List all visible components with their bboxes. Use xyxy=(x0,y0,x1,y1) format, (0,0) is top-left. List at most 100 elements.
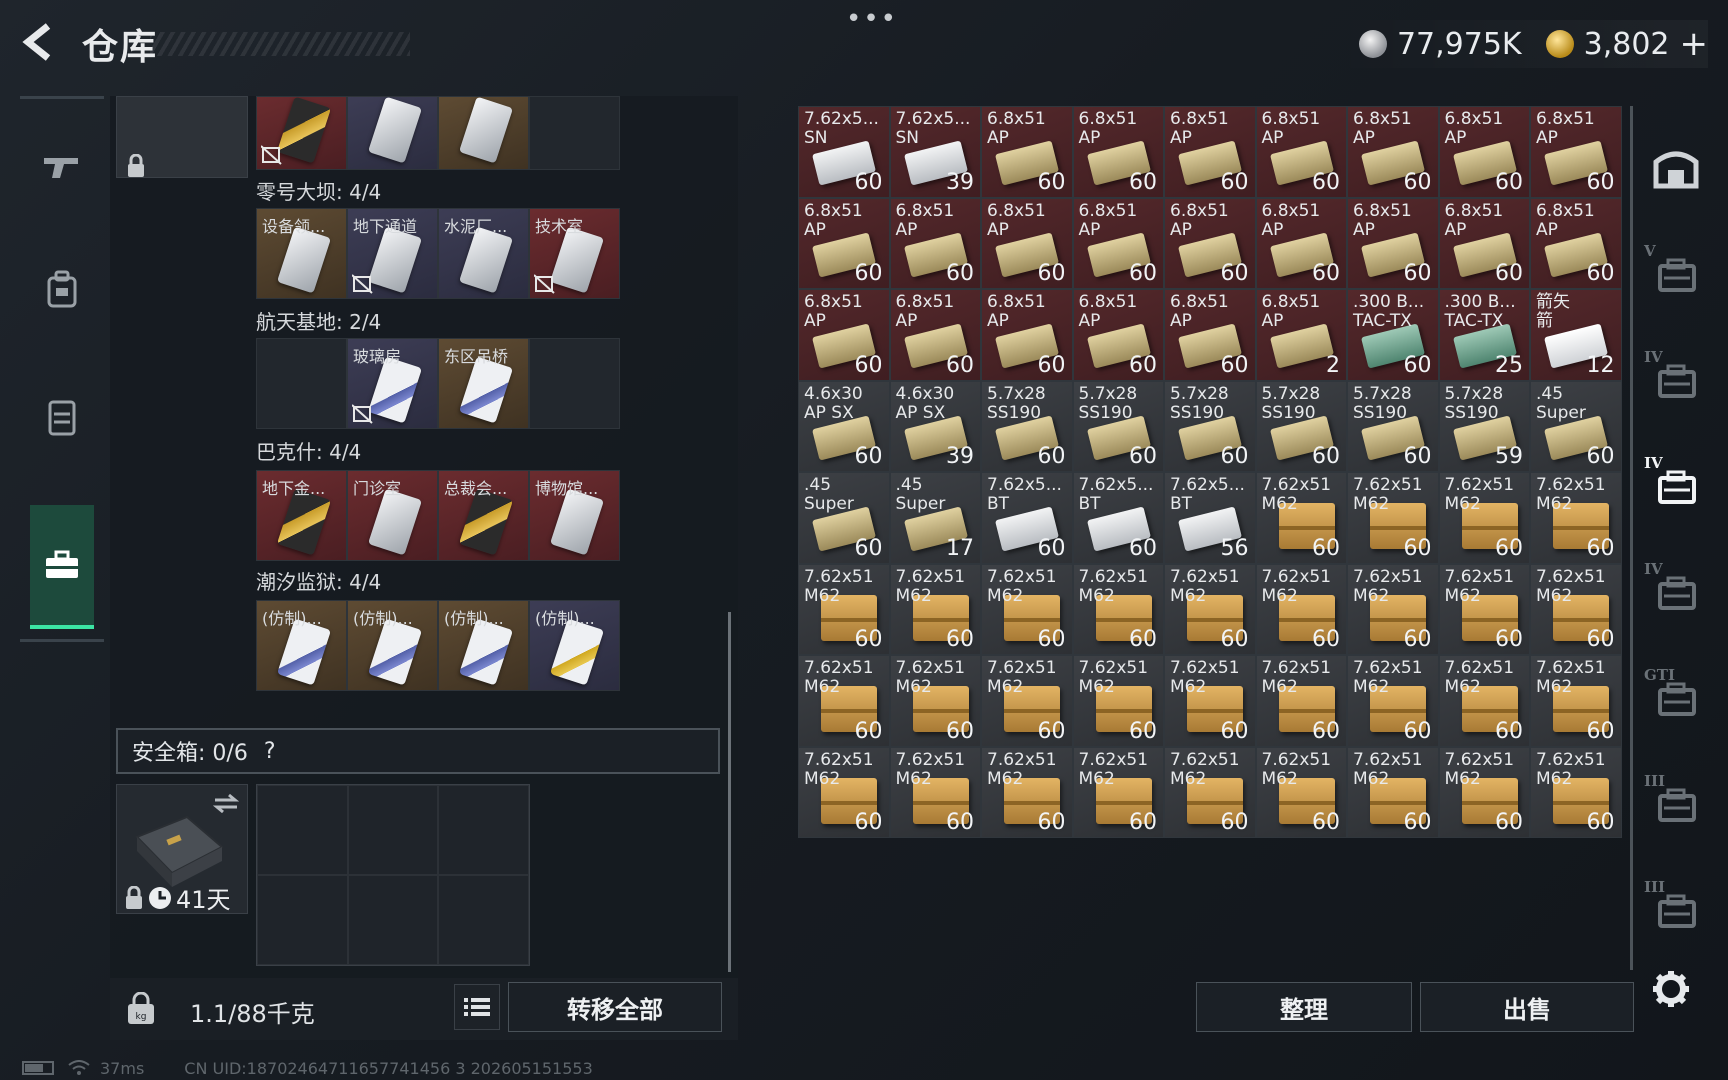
keycard-slot[interactable]: (仿制)... xyxy=(529,600,620,691)
add-currency-button[interactable]: + xyxy=(1680,24,1709,64)
ammo-cell[interactable]: 6.8x51 AP 60 xyxy=(981,289,1073,381)
ammo-cell[interactable]: 箭矢箭 12 xyxy=(1530,289,1622,381)
ammo-cell[interactable]: 7.62x51 M62 60 xyxy=(798,746,890,838)
ammo-cell[interactable]: 7.62x51 M62 60 xyxy=(1072,655,1164,747)
ammo-cell[interactable]: 7.62x51 M62 60 xyxy=(1530,655,1622,747)
tab-weapons[interactable] xyxy=(30,135,94,199)
ammo-cell[interactable]: 6.8x51 AP 60 xyxy=(798,197,890,289)
keycard-slot[interactable] xyxy=(256,96,347,170)
right-tab[interactable]: IV xyxy=(1644,454,1708,518)
keycard-slot[interactable] xyxy=(529,338,620,429)
safebox-slot[interactable] xyxy=(257,785,348,875)
ammo-cell[interactable]: 7.62x51 M62 60 xyxy=(889,655,981,747)
keycard-slot[interactable] xyxy=(256,338,347,429)
ammo-cell[interactable]: 6.8x51 AP 60 xyxy=(1255,106,1347,198)
tab-backpack[interactable] xyxy=(30,257,94,321)
ammo-cell[interactable]: 6.8x51 AP 60 xyxy=(1164,289,1256,381)
ammo-cell[interactable]: 4.6x30 AP SX 39 xyxy=(889,380,981,472)
ammo-cell[interactable]: 7.62x51 M62 60 xyxy=(1072,563,1164,655)
ammo-cell[interactable]: 7.62x51 M62 60 xyxy=(981,563,1073,655)
ammo-cell[interactable]: 7.62x51 M62 60 xyxy=(1255,746,1347,838)
keycard-slot[interactable]: 地下金... xyxy=(256,470,347,561)
right-tab[interactable]: V xyxy=(1644,242,1708,306)
ammo-cell[interactable]: 7.62x5... BT 56 xyxy=(1164,472,1256,564)
ammo-cell[interactable]: 7.62x51 M62 60 xyxy=(889,746,981,838)
ammo-cell[interactable]: 6.8x51 AP 2 xyxy=(1255,289,1347,381)
ammo-cell[interactable]: .300 B... TAC-TX 60 xyxy=(1347,289,1439,381)
safebox-slot[interactable] xyxy=(438,785,529,875)
ammo-cell[interactable]: 5.7x28 SS190 60 xyxy=(1164,380,1256,472)
help-button[interactable]: ? xyxy=(264,739,276,764)
keycard-slot[interactable] xyxy=(529,96,620,170)
safebox-slot[interactable] xyxy=(347,875,439,965)
ammo-cell[interactable]: 7.62x51 M62 60 xyxy=(1530,746,1622,838)
ammo-cell[interactable]: 7.62x51 M62 60 xyxy=(1347,746,1439,838)
right-tab[interactable]: GTI xyxy=(1644,666,1708,730)
ammo-cell[interactable]: 7.62x51 M62 60 xyxy=(981,655,1073,747)
keycard-slot[interactable]: 博物馆... xyxy=(529,470,620,561)
ammo-cell[interactable]: 7.62x51 M62 60 xyxy=(1164,563,1256,655)
keycard-slot[interactable]: 玻璃房 xyxy=(347,338,438,429)
ammo-cell[interactable]: 7.62x51 M62 60 xyxy=(1347,472,1439,564)
ammo-cell[interactable]: 5.7x28 SS190 60 xyxy=(981,380,1073,472)
ammo-cell[interactable]: 4.6x30 AP SX 60 xyxy=(798,380,890,472)
ammo-cell[interactable]: .45 Super 60 xyxy=(1530,380,1622,472)
ammo-cell[interactable]: 5.7x28 SS190 60 xyxy=(1347,380,1439,472)
ammo-cell[interactable]: 7.62x51 M62 60 xyxy=(1438,563,1530,655)
tab-vest[interactable] xyxy=(30,385,94,449)
ammo-cell[interactable]: 6.8x51 AP 60 xyxy=(981,197,1073,289)
ammo-cell[interactable]: 7.62x51 M62 60 xyxy=(1072,746,1164,838)
back-button[interactable] xyxy=(18,20,62,64)
tab-case[interactable] xyxy=(30,505,94,629)
ammo-cell[interactable]: 5.7x28 SS190 59 xyxy=(1438,380,1530,472)
ammo-cell[interactable]: 7.62x5... SN 39 xyxy=(889,106,981,198)
ammo-cell[interactable]: 7.62x51 M62 60 xyxy=(1347,563,1439,655)
ammo-cell[interactable]: 7.62x5... BT 60 xyxy=(1072,472,1164,564)
sort-button[interactable]: 整理 xyxy=(1196,982,1412,1032)
keycard-slot[interactable]: (仿制)... xyxy=(347,600,438,691)
ammo-cell[interactable]: 7.62x51 M62 60 xyxy=(981,746,1073,838)
ammo-cell[interactable]: 7.62x51 M62 60 xyxy=(889,563,981,655)
list-view-button[interactable] xyxy=(454,984,500,1030)
right-tab[interactable]: III xyxy=(1644,878,1708,942)
ammo-cell[interactable]: 7.62x51 M62 60 xyxy=(1438,655,1530,747)
keycard-slot[interactable]: 总裁会... xyxy=(438,470,529,561)
ammo-cell[interactable]: 6.8x51 AP 60 xyxy=(1072,106,1164,198)
right-tab[interactable]: IV xyxy=(1644,560,1708,624)
right-tab[interactable]: III xyxy=(1644,772,1708,836)
safebox-slot[interactable] xyxy=(438,875,529,965)
ammo-cell[interactable]: 5.7x28 SS190 60 xyxy=(1072,380,1164,472)
keycard-slot[interactable]: (仿制)... xyxy=(438,600,529,691)
keycard-slot[interactable]: 水泥厂... xyxy=(438,208,529,299)
transfer-all-button[interactable]: 转移全部 xyxy=(508,982,722,1032)
keycard-slot[interactable]: 地下通道 xyxy=(347,208,438,299)
ammo-cell[interactable]: 6.8x51 AP 60 xyxy=(798,289,890,381)
left-scrollbar[interactable] xyxy=(728,612,731,972)
ammo-cell[interactable]: 7.62x51 M62 60 xyxy=(1438,472,1530,564)
ammo-cell[interactable]: .300 B... TAC-TX 25 xyxy=(1438,289,1530,381)
ammo-cell[interactable]: 6.8x51 AP 60 xyxy=(1438,106,1530,198)
ammo-cell[interactable]: 6.8x51 AP 60 xyxy=(1255,197,1347,289)
ammo-cell[interactable]: 7.62x51 M62 60 xyxy=(1347,655,1439,747)
swap-icon[interactable] xyxy=(213,793,239,813)
ammo-cell[interactable]: 7.62x51 M62 60 xyxy=(1530,472,1622,564)
ammo-cell[interactable]: 7.62x51 M62 60 xyxy=(1255,563,1347,655)
ammo-cell[interactable]: 7.62x51 M62 60 xyxy=(1255,472,1347,564)
safebox-slot[interactable] xyxy=(347,785,439,875)
ammo-cell[interactable]: 7.62x5... SN 60 xyxy=(798,106,890,198)
ammo-cell[interactable]: 6.8x51 AP 60 xyxy=(1164,197,1256,289)
keycard-slot[interactable] xyxy=(347,96,438,170)
keycard-slot[interactable]: 门诊室 xyxy=(347,470,438,561)
ammo-cell[interactable]: 7.62x51 M62 60 xyxy=(1438,746,1530,838)
ammo-cell[interactable]: 6.8x51 AP 60 xyxy=(1347,197,1439,289)
ammo-cell[interactable]: 7.62x51 M62 60 xyxy=(1164,655,1256,747)
ammo-cell[interactable]: .45 Super 60 xyxy=(798,472,890,564)
right-tab[interactable] xyxy=(1644,136,1708,200)
ammo-cell[interactable]: 6.8x51 AP 60 xyxy=(1072,289,1164,381)
sell-button[interactable]: 出售 xyxy=(1420,982,1634,1032)
ammo-cell[interactable]: 6.8x51 AP 60 xyxy=(889,289,981,381)
right-tab[interactable]: IV xyxy=(1644,348,1708,412)
keycard-slot[interactable]: 设备领... xyxy=(256,208,347,299)
ammo-cell[interactable]: 7.62x51 M62 60 xyxy=(1164,746,1256,838)
ammo-cell[interactable]: 6.8x51 AP 60 xyxy=(981,106,1073,198)
